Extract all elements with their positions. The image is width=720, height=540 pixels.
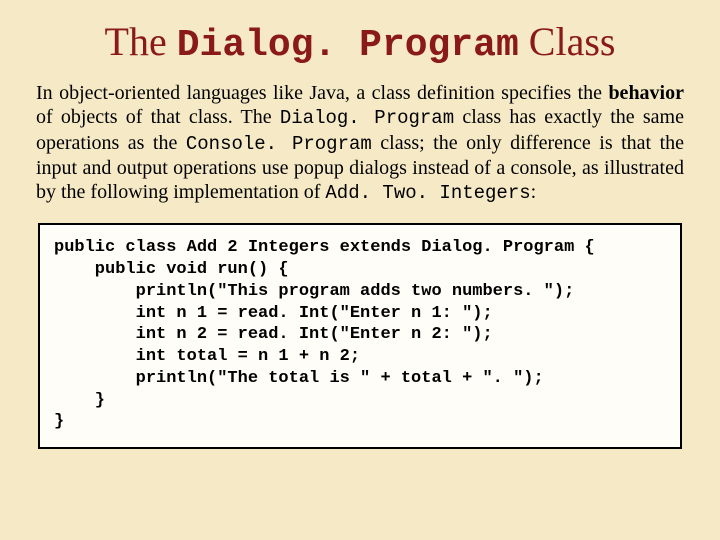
- body-mono-dialogprogram: Dialog. Program: [280, 107, 454, 129]
- body-mono-consoleprogram: Console. Program: [186, 133, 372, 155]
- code-block: public class Add 2 Integers extends Dial…: [54, 237, 666, 433]
- title-mono: Dialog. Program: [177, 24, 519, 67]
- slide-title: The Dialog. Program Class: [36, 18, 684, 67]
- title-text-post: Class: [519, 19, 616, 64]
- body-bold-behavior: behavior: [608, 82, 684, 104]
- body-t2: of objects of that class. The: [36, 106, 280, 128]
- body-t5: :: [531, 181, 537, 203]
- body-t1: In object-oriented languages like Java, …: [36, 82, 608, 104]
- body-mono-addtwointegers: Add. Two. Integers: [325, 182, 530, 204]
- body-paragraph: In object-oriented languages like Java, …: [36, 81, 684, 205]
- slide: The Dialog. Program Class In object-orie…: [0, 0, 720, 540]
- code-box: public class Add 2 Integers extends Dial…: [38, 223, 682, 449]
- title-text-pre: The: [105, 19, 177, 64]
